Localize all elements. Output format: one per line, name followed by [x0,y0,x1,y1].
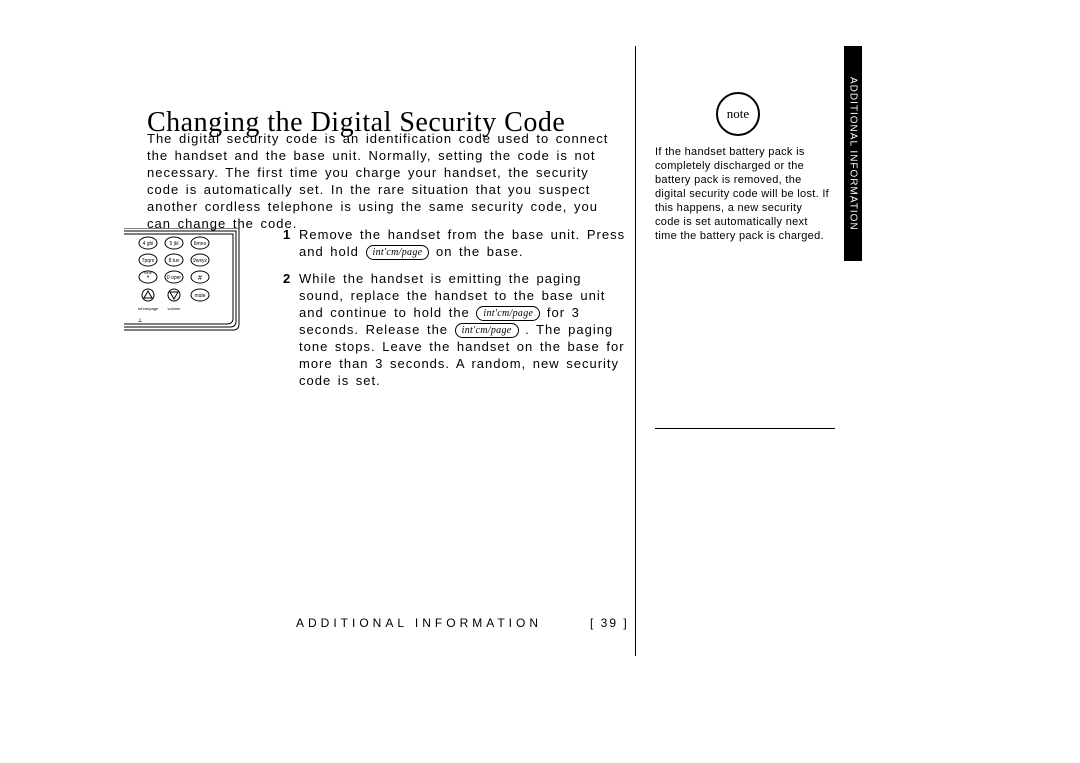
svg-text:mute: mute [194,293,205,299]
svg-text:5 jkl: 5 jkl [170,241,179,247]
svg-text:int'cm/page: int'cm/page [138,306,159,311]
step: 2While the handset is emitting the pagin… [283,270,628,389]
step-body: Remove the handset from the base unit. P… [299,226,628,260]
vertical-divider [635,46,636,656]
svg-text:4 ghi: 4 ghi [143,241,154,247]
note-divider [655,428,835,429]
svg-text:0 oper: 0 oper [167,275,182,281]
svg-text:7pqrs: 7pqrs [142,258,155,264]
note-text: If the handset battery pack is completel… [655,145,830,243]
svg-text:8 tuv: 8 tuv [169,258,180,264]
svg-text:volume: volume [168,306,182,311]
button-label-pill: int'cm/page [476,306,540,321]
keypad-illustration: 4 ghi5 jkl6mno 7pqrs8 tuv9wxyz *0 oper# … [124,228,254,338]
svg-text:9wxyz: 9wxyz [193,258,207,264]
step-number: 1 [283,226,299,260]
steps-list: 1Remove the handset from the base unit. … [283,226,628,399]
button-label-pill: int'cm/page [366,245,430,260]
step-number: 2 [283,270,299,389]
manual-page: Changing the Digital Security Code The d… [0,0,1080,763]
button-label-pill: int'cm/page [455,323,519,338]
note-icon: note [716,92,760,136]
footer-page-number: [ 39 ] [590,616,629,630]
svg-text:6mno: 6mno [194,241,207,247]
svg-text:*: * [147,275,150,282]
section-tab: ADDITIONAL INFORMATION [844,46,862,261]
step-body: While the handset is emitting the paging… [299,270,628,389]
svg-text:#: # [198,275,202,282]
svg-text:⟂: ⟂ [138,317,142,324]
svg-text:tone: tone [144,270,153,275]
footer-section-label: ADDITIONAL INFORMATION [296,616,542,630]
intro-paragraph: The digital security code is an identifi… [147,130,617,232]
step: 1Remove the handset from the base unit. … [283,226,628,260]
